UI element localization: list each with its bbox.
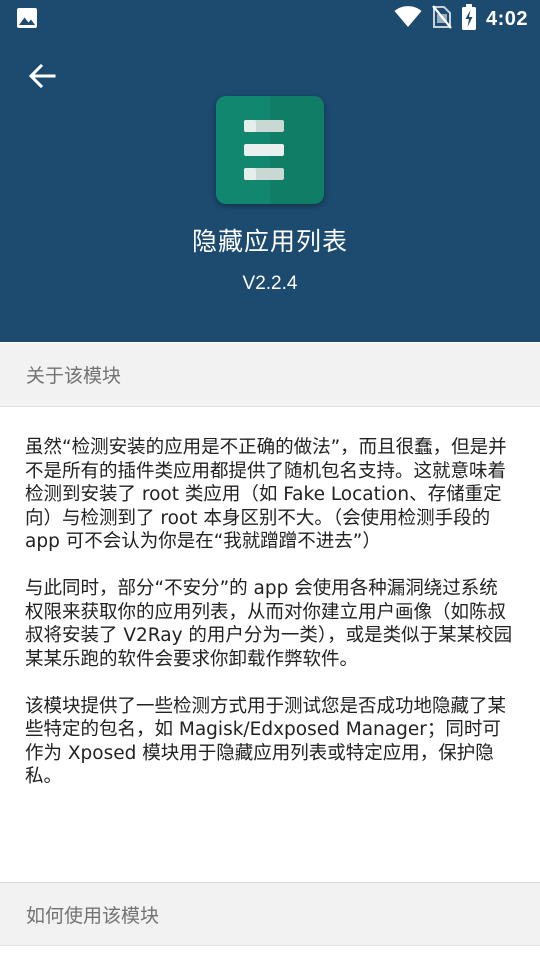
back-button[interactable] bbox=[22, 58, 62, 98]
wifi-icon bbox=[394, 6, 422, 32]
description-paragraph: 虽然“检测安装的应用是不正确的做法”，而且很蠢，但是并不是所有的插件类应用都提供… bbox=[25, 437, 507, 552]
status-icons: 4:02 bbox=[394, 4, 528, 34]
app-version: V2.2.4 bbox=[242, 273, 298, 294]
battery-charging-icon bbox=[461, 4, 476, 34]
app-title: 隐藏应用列表 bbox=[191, 227, 348, 256]
about-header: 4:02 隐藏应用列表 V2.2.4 bbox=[0, 0, 540, 342]
bottom-content-area bbox=[0, 947, 540, 960]
description-paragraph: 该模块提供了一些检测方式用于测试您是否成功地隐藏了某些特定的包名，如 Magis… bbox=[25, 695, 507, 788]
section-header-about: 关于该模块 bbox=[0, 343, 540, 407]
about-description: 虽然“检测安装的应用是不正确的做法”，而且很蠢，但是并不是所有的插件类应用都提供… bbox=[25, 436, 515, 812]
arrow-back-icon bbox=[28, 62, 56, 94]
status-time: 4:02 bbox=[485, 7, 528, 30]
image-icon bbox=[16, 7, 38, 29]
description-paragraph: 与此同时，部分“不安分”的 app 会使用各种漏洞绕过系统权限来获取你的应用列表… bbox=[25, 578, 513, 670]
section-header-how-to-use: 如何使用该模块 bbox=[0, 882, 540, 946]
app-icon bbox=[216, 96, 324, 204]
no-sim-icon bbox=[432, 5, 452, 33]
status-bar: 4:02 bbox=[0, 0, 540, 38]
